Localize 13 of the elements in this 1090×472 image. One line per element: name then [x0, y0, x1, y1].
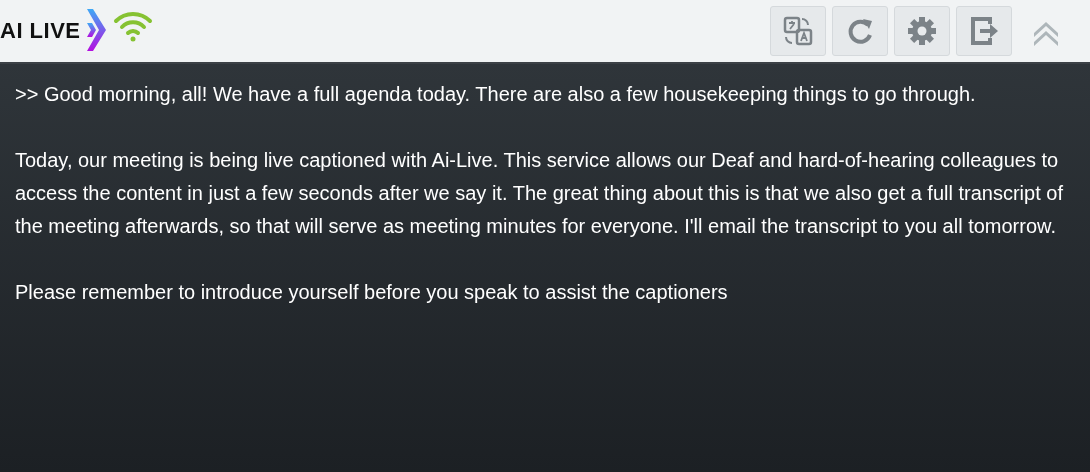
chevron-icon — [84, 7, 107, 53]
refresh-button[interactable] — [832, 6, 888, 56]
caption-paragraph: >> Good morning, all! We have a full agenda today. There are also a few housekeeping things to go through. — [15, 82, 977, 107]
wifi-icon — [112, 10, 153, 42]
caption-paragraph: Please remember to introduce yourself before you speak to assist the captioners — [15, 280, 729, 305]
exit-icon — [968, 15, 1000, 47]
settings-button[interactable] — [894, 6, 950, 56]
translate-icon — [782, 15, 814, 47]
logo-text: AI LIVE — [0, 18, 81, 44]
settings-icon — [906, 15, 938, 47]
translate-button[interactable] — [770, 6, 826, 56]
caption-paragraph: Today, our meeting is being live captioned with Ai-Live. This service allows our Deaf and hard-of-hearing colleagues to access the content in just a few seconds after we say it. The great thing about this is that we also get a full transcript of the meeting afterwards, so that will serve as meeting minutes for everyone. I'll email the transcript to you all tomorrow. — [15, 148, 1064, 239]
exit-button[interactable] — [956, 6, 1012, 56]
